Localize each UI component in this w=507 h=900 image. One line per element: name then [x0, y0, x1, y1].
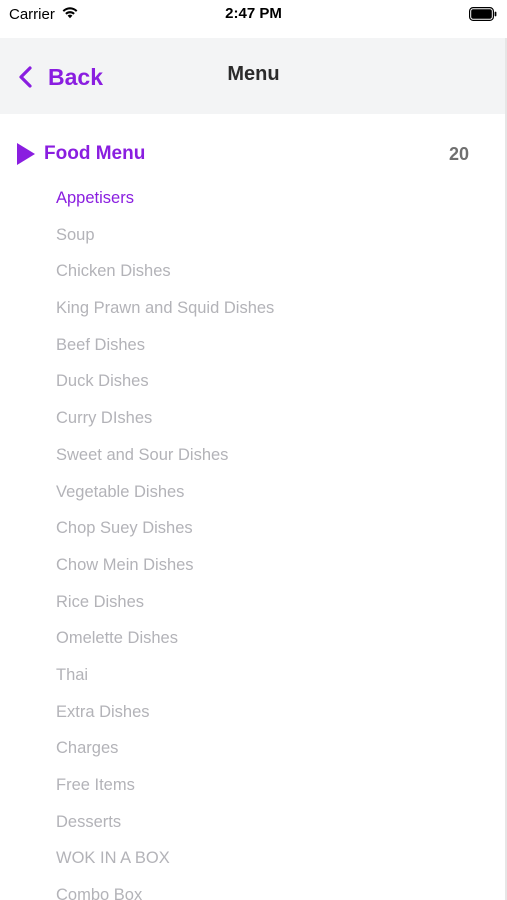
category-item[interactable]: WOK IN A BOX: [0, 840, 507, 877]
category-item[interactable]: Thai: [0, 657, 507, 694]
food-menu-section-header[interactable]: Food Menu 20: [0, 138, 507, 170]
category-item[interactable]: Rice Dishes: [0, 584, 507, 621]
navigation-bar: Back Menu: [0, 38, 507, 114]
page-title: Menu: [227, 63, 280, 85]
category-item[interactable]: Charges: [0, 730, 507, 767]
category-item[interactable]: Extra Dishes: [0, 694, 507, 731]
category-list: Appetisers Soup Chicken Dishes King Prawn a…: [0, 180, 507, 900]
status-time: 2:47 PM: [225, 5, 282, 22]
status-bar: Carrier 2:47 PM: [0, 0, 507, 30]
category-item[interactable]: Sweet and Sour Dishes: [0, 437, 507, 474]
section-title: Food Menu: [44, 143, 146, 164]
category-item[interactable]: Desserts: [0, 804, 507, 841]
category-item[interactable]: Combo Box: [0, 877, 507, 900]
category-item[interactable]: Chop Suey Dishes: [0, 510, 507, 547]
category-item[interactable]: Beef Dishes: [0, 327, 507, 364]
category-item[interactable]: Omelette Dishes: [0, 620, 507, 657]
category-item[interactable]: King Prawn and Squid Dishes: [0, 290, 507, 327]
category-item[interactable]: Curry DIshes: [0, 400, 507, 437]
play-icon: [16, 142, 36, 171]
section-count: 20: [448, 144, 469, 164]
category-item[interactable]: Duck Dishes: [0, 363, 507, 400]
category-item[interactable]: Free Items: [0, 767, 507, 804]
category-item[interactable]: Soup: [0, 217, 507, 254]
category-item[interactable]: Chicken Dishes: [0, 253, 507, 290]
battery-icon: [469, 7, 497, 26]
category-item[interactable]: Vegetable Dishes: [0, 474, 507, 511]
menu-screen: Carrier 2:47 PM Back Menu Food Menu 20 A…: [0, 0, 507, 900]
category-item[interactable]: Appetisers: [0, 180, 507, 217]
category-item[interactable]: Chow Mein Dishes: [0, 547, 507, 584]
